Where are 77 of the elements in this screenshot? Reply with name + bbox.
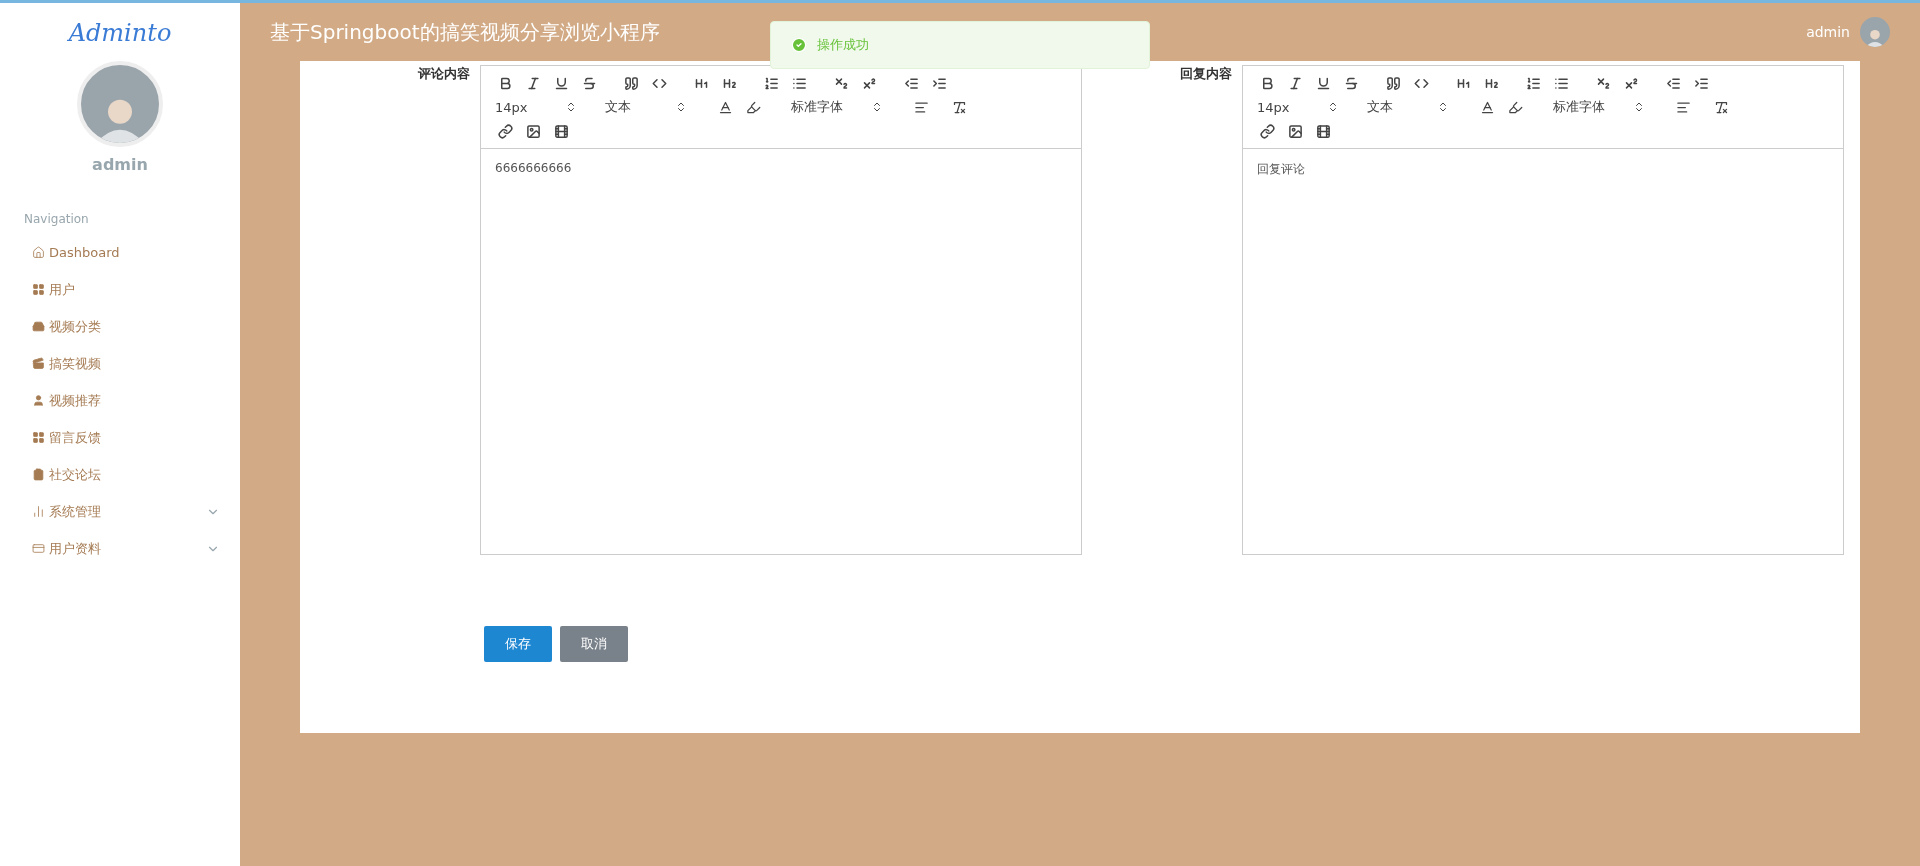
nav-item[interactable]: 用户: [0, 271, 240, 308]
outdent-icon: [903, 75, 919, 91]
editor-text[interactable]: 6666666666: [481, 149, 1081, 187]
underline-icon: [1315, 75, 1331, 91]
nav-item[interactable]: 系统管理: [0, 493, 240, 530]
field-label: 评论内容: [417, 65, 471, 83]
film-icon: [1315, 123, 1331, 139]
nav-item[interactable]: 用户资料: [0, 530, 240, 567]
strikethrough-icon: [581, 75, 597, 91]
nav-heading: Navigation: [24, 212, 90, 226]
superscript-icon: [1623, 75, 1639, 91]
header-user-name[interactable]: admin: [1806, 24, 1850, 40]
heading-select[interactable]: 文本: [1363, 96, 1453, 118]
field-label: 回复内容: [1179, 65, 1233, 83]
up-down-icon: [565, 101, 577, 113]
person-icon: [32, 394, 45, 407]
heading-select[interactable]: 文本: [601, 96, 691, 118]
toast-message: 操作成功: [817, 36, 869, 54]
app-title: 基于Springboot的搞笑视频分享浏览小程序: [270, 18, 660, 46]
logo: Adminto: [66, 19, 173, 47]
image-icon: [1287, 123, 1303, 139]
tray-icon: [32, 320, 45, 333]
numbered-list-icon: [1525, 75, 1541, 91]
font-select[interactable]: 标准字体: [1549, 96, 1649, 118]
nav-item[interactable]: 视频推荐: [0, 382, 240, 419]
up-down-icon: [675, 101, 687, 113]
grid-icon: [32, 283, 45, 296]
align-left-icon: [913, 99, 929, 115]
indent-icon: [1693, 75, 1709, 91]
up-down-icon: [1633, 101, 1645, 113]
cancel-button[interactable]: 取消: [560, 626, 628, 662]
house-icon: [32, 246, 45, 259]
bullet-list-icon: [791, 75, 807, 91]
align-left-icon: [1675, 99, 1691, 115]
user-name: admin: [91, 155, 149, 174]
indent-icon: [931, 75, 947, 91]
strikethrough-icon: [1343, 75, 1359, 91]
nav-item[interactable]: 搞笑视频: [0, 345, 240, 382]
clapperboard-icon: [32, 357, 45, 370]
clipboard-icon: [32, 468, 45, 481]
nav-item[interactable]: 视频分类: [0, 308, 240, 345]
subscript-icon: [833, 75, 849, 91]
text-color-icon: [1479, 99, 1495, 115]
nav-item[interactable]: 社交论坛: [0, 456, 240, 493]
text-color-icon: [717, 99, 733, 115]
numbered-list-icon: [763, 75, 779, 91]
superscript-icon: [861, 75, 877, 91]
card-icon: [32, 542, 45, 555]
quote-icon: [623, 75, 639, 91]
size-select[interactable]: 14px: [1253, 96, 1343, 118]
highlighter-icon: [1507, 99, 1523, 115]
save-button[interactable]: 保存: [484, 626, 552, 662]
size-select[interactable]: 14px: [491, 96, 581, 118]
nav-item[interactable]: 留言反馈: [0, 419, 240, 456]
up-down-icon: [1437, 101, 1449, 113]
outdent-icon: [1665, 75, 1681, 91]
font-select[interactable]: 标准字体: [787, 96, 887, 118]
nav-item[interactable]: Dashboard: [0, 234, 240, 271]
quote-icon: [1385, 75, 1401, 91]
link-icon: [497, 123, 513, 139]
grid-icon: [32, 431, 45, 444]
check-icon: [791, 37, 807, 53]
link-icon: [1259, 123, 1275, 139]
image-icon: [525, 123, 541, 139]
clear-format-icon: [951, 99, 967, 115]
bullet-list-icon: [1553, 75, 1569, 91]
subscript-icon: [1595, 75, 1611, 91]
italic-icon: [525, 75, 541, 91]
highlighter-icon: [745, 99, 761, 115]
underline-icon: [553, 75, 569, 91]
up-down-icon: [1327, 101, 1339, 113]
bar-chart-icon: [32, 505, 45, 518]
up-down-icon: [871, 101, 883, 113]
clear-format-icon: [1713, 99, 1729, 115]
italic-icon: [1287, 75, 1303, 91]
editor-text[interactable]: 回复评论: [1243, 149, 1843, 190]
film-icon: [553, 123, 569, 139]
